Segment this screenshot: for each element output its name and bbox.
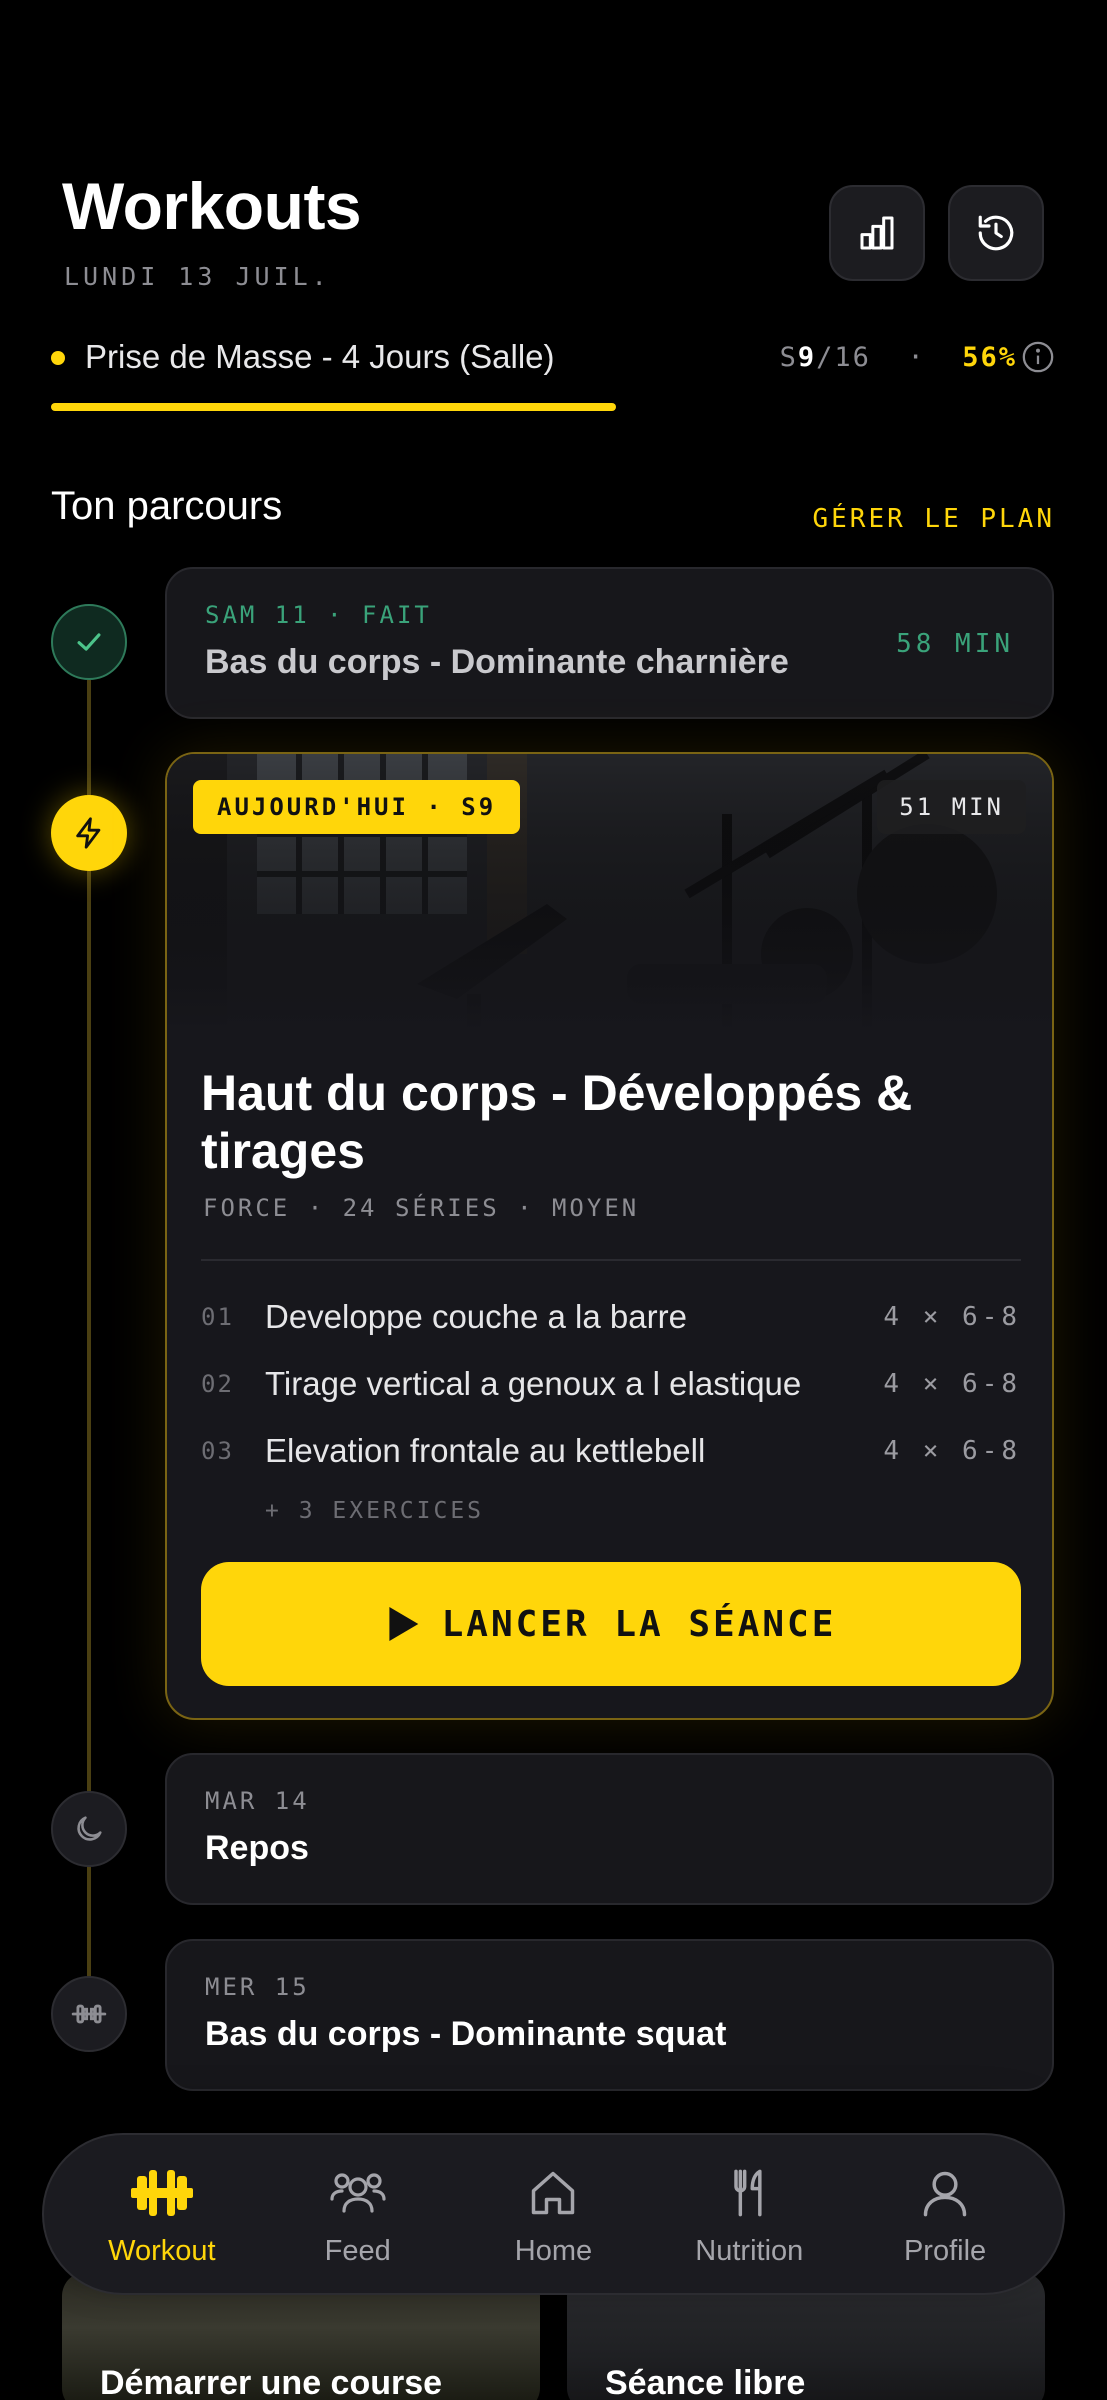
launch-session-label: LANCER LA SÉANCE [441,1603,837,1645]
tab-nutrition[interactable]: Nutrition [659,2161,839,2268]
moon-icon [77,1816,102,1841]
free-session-title: Séance libre [605,2364,806,2400]
today-badge: AUJOURD'HUI · S9 [193,780,521,834]
session-meta: FORCE · 24 SÉRIES · MOYEN [203,1194,640,1222]
tab-workout[interactable]: Workout [72,2161,252,2268]
timeline-node-next [51,1976,127,2052]
exercise-number: 01 [201,1303,234,1331]
session-date-label: SAM 11 · FAIT [205,601,432,629]
plan-name[interactable]: Prise de Masse - 4 Jours (Salle) [85,338,555,376]
tab-profile[interactable]: Profile [855,2161,1035,2268]
users-icon [330,2172,386,2213]
play-icon [389,1607,418,1641]
tab-label: Workout [108,2234,216,2267]
exercise-name: Developpe couche a la barre [265,1298,687,1335]
manage-plan-link[interactable]: GÉRER LE PLAN [813,504,1056,534]
history-button[interactable] [948,185,1044,281]
session-date-label: MER 15 [205,1973,310,2001]
tab-home[interactable]: Home [463,2161,643,2268]
page-title: Workouts [62,169,362,243]
exercise-number: 03 [201,1437,234,1465]
session-card-done[interactable]: SAM 11 · FAIT Bas du corps - Dominante c… [165,567,1054,719]
session-title: Bas du corps - Dominante squat [205,2015,727,2053]
user-icon [923,2171,967,2216]
tab-feed[interactable]: Feed [268,2161,448,2268]
exercise-name: Elevation frontale au kettlebell [265,1432,706,1469]
info-icon[interactable] [1021,340,1055,374]
dumbbell-icon [130,2169,193,2216]
session-title: Bas du corps - Dominante charnière [205,643,789,681]
exercise-row[interactable]: 03 Elevation frontale au kettlebell 4 × … [201,1426,1021,1476]
exercise-row[interactable]: 02 Tirage vertical a genoux a l elastiqu… [201,1359,1021,1409]
stats-button[interactable] [829,185,925,281]
tab-label: Home [514,2234,593,2267]
session-card-rest[interactable]: MAR 14 Repos [165,1753,1054,1905]
exercise-row[interactable]: 01 Developpe couche a la barre 4 × 6-8 [201,1292,1021,1342]
current-date: LUNDI 13 JUIL. [64,262,331,291]
tab-bar: Workout Feed Home Nutrition Profile [42,2133,1065,2295]
history-icon [978,215,1014,251]
launch-session-button[interactable]: LANCER LA SÉANCE [201,1562,1021,1686]
exercise-sets: 4 × 6-8 [883,1436,1021,1466]
exercise-name: Tirage vertical a genoux a l elastique [265,1365,802,1402]
bar-chart-icon [860,216,894,250]
session-duration-badge: 51 MIN [877,780,1026,834]
timeline-node-rest [51,1791,127,1867]
home-icon [532,2171,575,2214]
exercise-sets: 4 × 6-8 [883,1302,1021,1332]
plan-progress-text: S9/16 · 56% [779,342,1017,373]
timeline-node-today [51,795,127,871]
dumbbell-icon [71,2004,107,2024]
timeline-node-done [51,604,127,680]
session-title: Repos [205,1829,309,1867]
more-exercises-link[interactable]: + 3 EXERCICES [265,1498,484,1524]
plan-progress-bar [51,403,616,411]
check-icon [77,633,101,651]
fork-knife-icon [734,2169,762,2216]
plan-status-dot [51,351,65,365]
session-card-next[interactable]: MER 15 Bas du corps - Dominante squat [165,1939,1054,2091]
today-session-card[interactable]: AUJOURD'HUI · S9 51 MIN Haut du corps - … [165,752,1054,1720]
lightning-icon [76,817,101,849]
journey-title: Ton parcours [51,484,283,528]
session-duration: 58 MIN [896,629,1014,659]
start-run-title: Démarrer une course [100,2364,443,2400]
tab-label: Profile [903,2234,987,2267]
tab-label: Nutrition [695,2234,804,2267]
exercise-sets: 4 × 6-8 [883,1369,1021,1399]
tab-label: Feed [324,2234,391,2267]
session-title: Haut du corps - Développés & tirages [201,1065,913,1179]
session-date-label: MAR 14 [205,1787,310,1815]
divider [201,1259,1021,1261]
exercise-number: 02 [201,1370,234,1398]
